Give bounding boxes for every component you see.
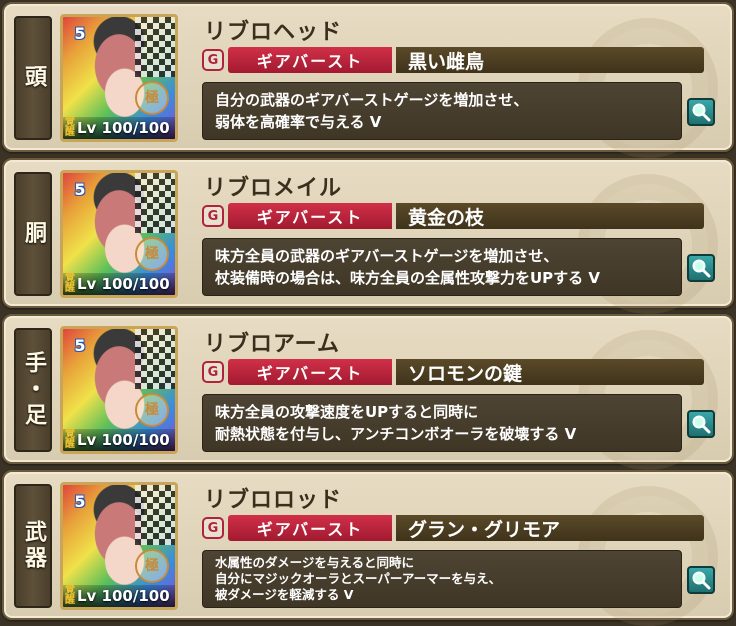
magnifier-icon[interactable] xyxy=(687,566,715,594)
gear-burst-row: G ギアバースト 黄金の枝 xyxy=(202,202,704,230)
checkered-flag-decoration xyxy=(135,173,175,233)
character-portrait[interactable]: 5 極 覚醒 Lv 100/100 xyxy=(60,14,178,142)
equipment-card-weapon[interactable]: 武器 5 極 覚醒 Lv 100/100 リブロロッド G ギアバースト グラン… xyxy=(2,470,734,626)
item-name: リブロヘッド xyxy=(204,20,343,45)
star-rank-icon: 5 xyxy=(65,485,93,515)
slot-label: 胴 xyxy=(21,221,46,247)
slot-tab: 武器 xyxy=(14,484,52,608)
skill-description: 味方全員の攻撃速度をUPすると同時に 耐熱状態を付与し、アンチコンボオーラを破壊… xyxy=(202,394,682,452)
slot-label: 武器 xyxy=(21,520,46,572)
gear-burst-icon: G xyxy=(202,205,224,227)
slot-label: 手・足 xyxy=(21,351,46,429)
equipment-card-hands-feet[interactable]: 手・足 5 極 覚醒 Lv 100/100 リブロアーム G ギアバースト ソロ… xyxy=(2,314,734,470)
gear-burst-row: G ギアバースト ソロモンの鍵 xyxy=(202,358,704,386)
slot-tab: 胴 xyxy=(14,172,52,296)
gear-burst-name: ソロモンの鍵 xyxy=(396,359,704,385)
level-text: Lv 100/100 xyxy=(77,431,170,449)
equipment-card-body[interactable]: 胴 5 極 覚醒 Lv 100/100 リブロメイル G ギアバースト 黄金の枝… xyxy=(2,158,734,314)
gear-burst-icon: G xyxy=(202,361,224,383)
gear-burst-label: ギアバースト xyxy=(228,203,392,229)
character-portrait[interactable]: 5 極 覚醒 Lv 100/100 xyxy=(60,326,178,454)
level-text: Lv 100/100 xyxy=(77,587,170,605)
level-text: Lv 100/100 xyxy=(77,119,170,137)
skill-description: 味方全員の武器のギアバーストゲージを増加させ、 杖装備時の場合は、味方全員の全属… xyxy=(202,238,682,296)
checkered-flag-decoration xyxy=(135,17,175,77)
level-bar: 覚醒 Lv 100/100 xyxy=(63,273,175,295)
skill-description: 水属性のダメージを与えると同時に 自分にマジックオーラとスーパーアーマーを与え、… xyxy=(202,550,682,608)
seal-icon: 極 xyxy=(135,393,169,427)
gear-burst-icon: G xyxy=(202,49,224,71)
item-name: リブロアーム xyxy=(204,332,341,357)
star-rank-icon: 5 xyxy=(65,329,93,359)
awaken-icon: 覚醒 xyxy=(65,117,75,138)
slot-tab: 手・足 xyxy=(14,328,52,452)
character-portrait[interactable]: 5 極 覚醒 Lv 100/100 xyxy=(60,482,178,610)
level-bar: 覚醒 Lv 100/100 xyxy=(63,117,175,139)
star-rank-icon: 5 xyxy=(65,17,93,47)
gear-burst-row: G ギアバースト グラン・グリモア xyxy=(202,514,704,542)
slot-label: 頭 xyxy=(21,65,46,91)
magnifier-icon[interactable] xyxy=(687,98,715,126)
skill-description: 自分の武器のギアバーストゲージを増加させ、 弱体を高確率で与える V xyxy=(202,82,682,140)
level-bar: 覚醒 Lv 100/100 xyxy=(63,429,175,451)
awaken-icon: 覚醒 xyxy=(65,585,75,606)
equipment-card-head[interactable]: 頭 5 極 覚醒 Lv 100/100 リブロヘッド G ギアバースト 黒い雌鳥… xyxy=(2,2,734,158)
seal-icon: 極 xyxy=(135,81,169,115)
character-portrait[interactable]: 5 極 覚醒 Lv 100/100 xyxy=(60,170,178,298)
level-text: Lv 100/100 xyxy=(77,275,170,293)
slot-tab: 頭 xyxy=(14,16,52,140)
gear-burst-row: G ギアバースト 黒い雌鳥 xyxy=(202,46,704,74)
gear-burst-name: グラン・グリモア xyxy=(396,515,704,541)
item-name: リブロロッド xyxy=(204,488,343,513)
magnifier-icon[interactable] xyxy=(687,254,715,282)
magnifier-icon[interactable] xyxy=(687,410,715,438)
star-rank-icon: 5 xyxy=(65,173,93,203)
gear-burst-name: 黒い雌鳥 xyxy=(396,47,704,73)
gear-burst-label: ギアバースト xyxy=(228,47,392,73)
gear-burst-name: 黄金の枝 xyxy=(396,203,704,229)
seal-icon: 極 xyxy=(135,237,169,271)
awaken-icon: 覚醒 xyxy=(65,429,75,450)
item-name: リブロメイル xyxy=(204,176,343,201)
checkered-flag-decoration xyxy=(135,329,175,389)
level-bar: 覚醒 Lv 100/100 xyxy=(63,585,175,607)
gear-burst-label: ギアバースト xyxy=(228,515,392,541)
checkered-flag-decoration xyxy=(135,485,175,545)
seal-icon: 極 xyxy=(135,549,169,583)
gear-burst-label: ギアバースト xyxy=(228,359,392,385)
gear-burst-icon: G xyxy=(202,517,224,539)
awaken-icon: 覚醒 xyxy=(65,273,75,294)
